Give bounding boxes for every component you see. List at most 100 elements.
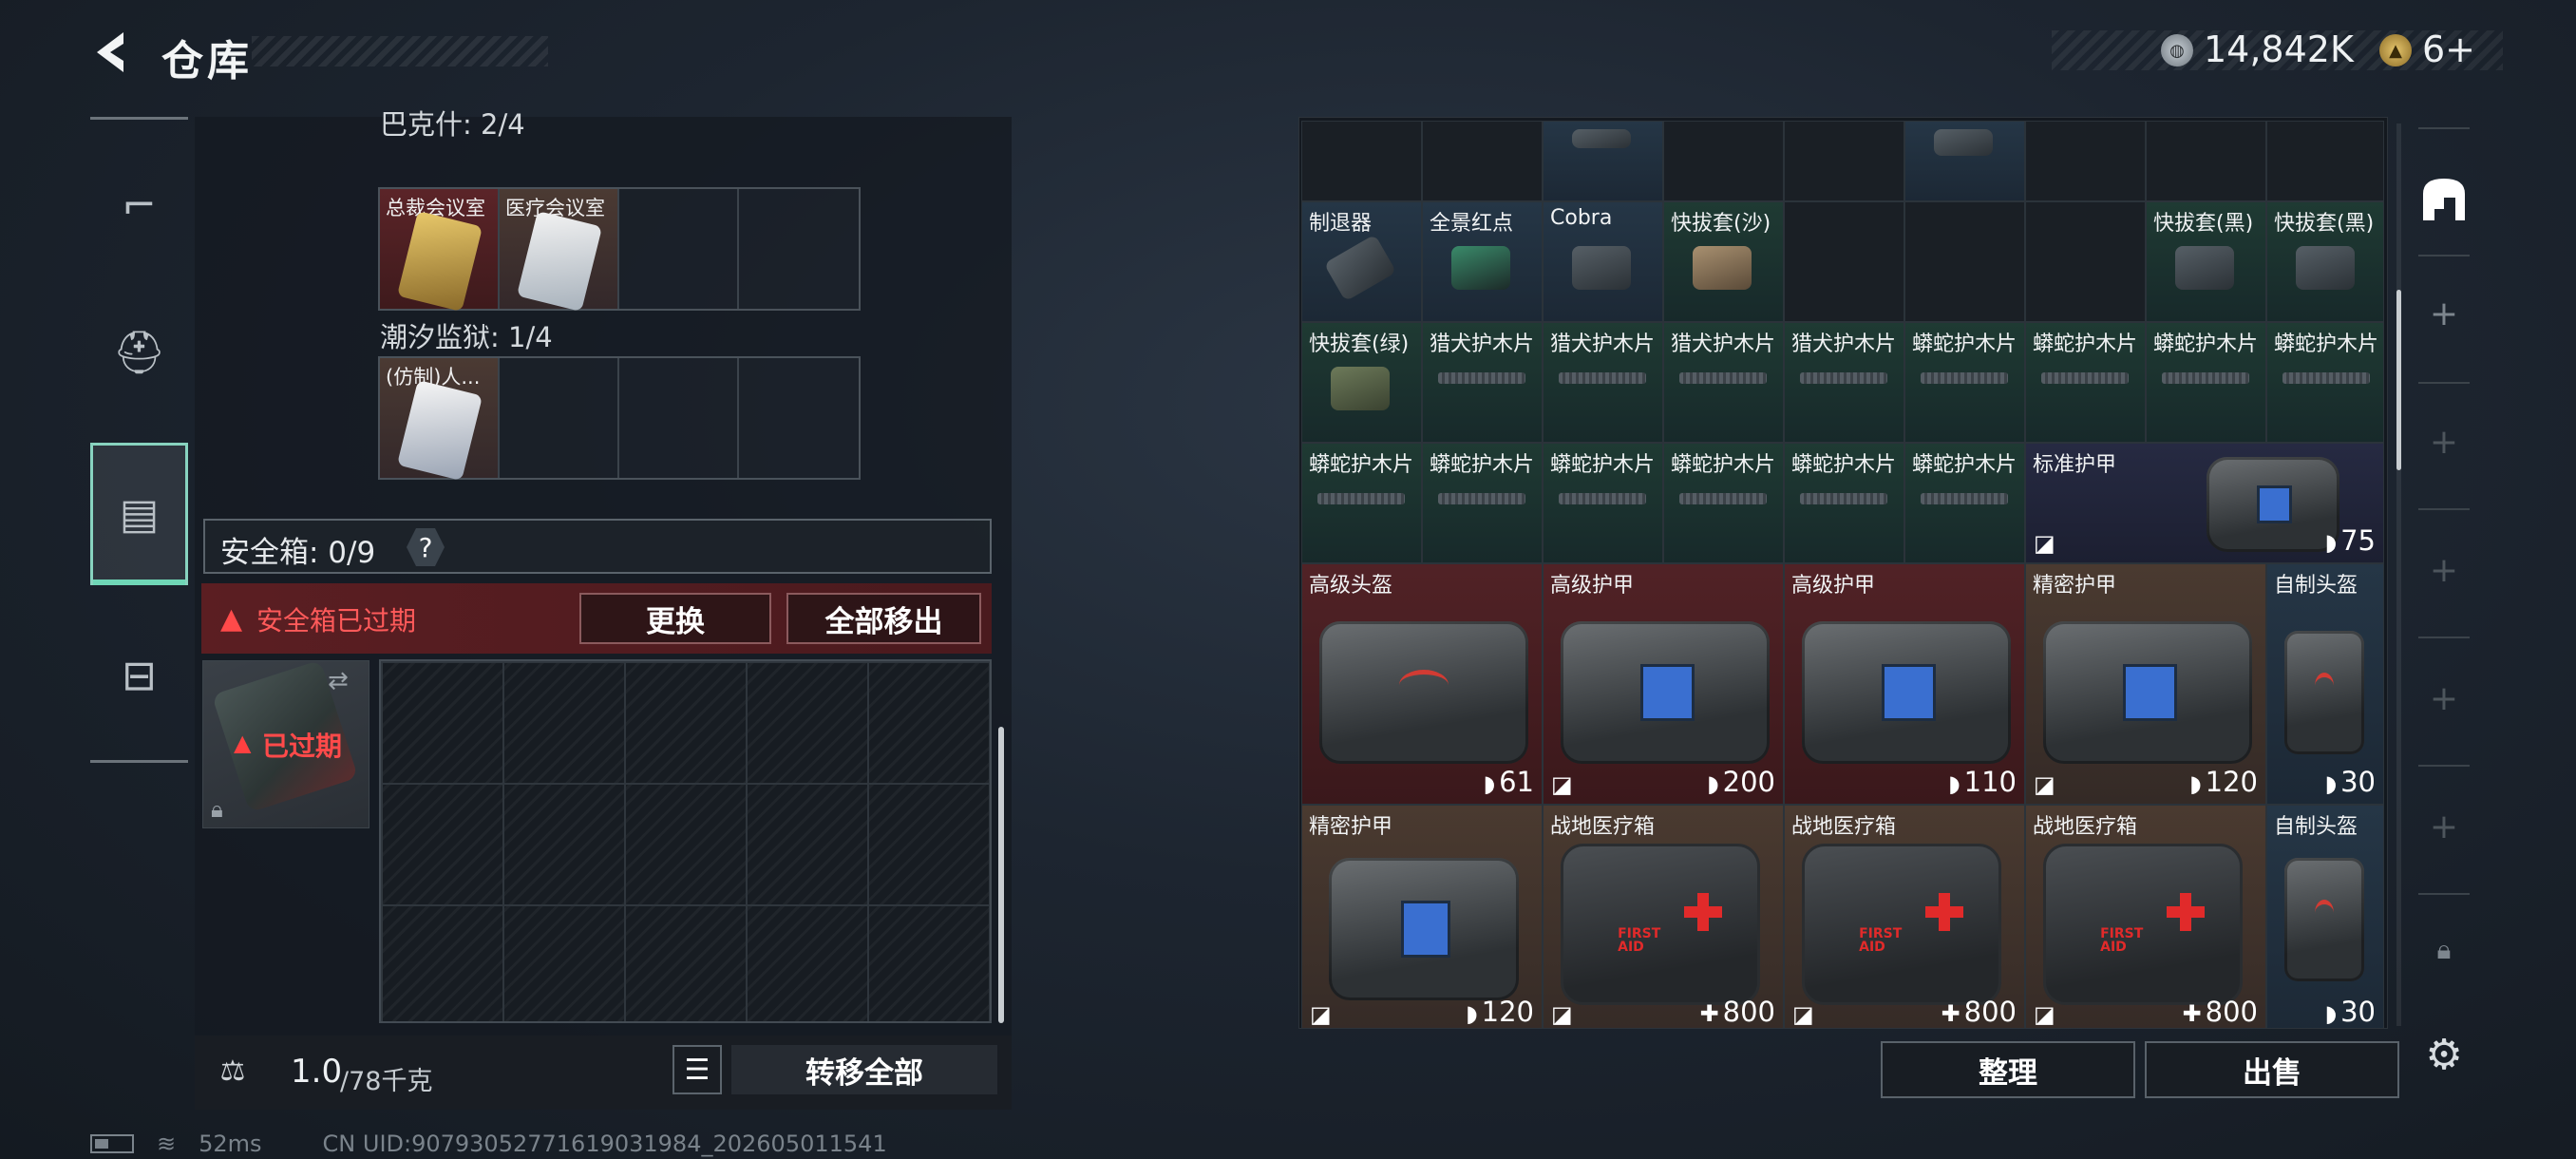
add-storage-tab[interactable]: + bbox=[2411, 542, 2477, 598]
storage-slot-medkit[interactable]: 战地医疗箱 FIRST AID ◪ ✚ 800 bbox=[2025, 805, 2266, 1028]
red-dot-sight-icon bbox=[1451, 246, 1510, 290]
storage-slot[interactable]: 蟒蛇护木片 bbox=[1663, 443, 1784, 563]
sell-button[interactable]: 出售 bbox=[2145, 1041, 2399, 1098]
add-storage-tab[interactable]: + bbox=[2411, 798, 2477, 855]
storage-slot-armor[interactable]: 标准护甲 ◪ ◗ 75 bbox=[2025, 443, 2384, 563]
storage-slot[interactable]: 快拔套(黑) bbox=[2266, 201, 2384, 322]
storage-slot-armor[interactable]: 精密护甲 ◪ ◗ 120 bbox=[1301, 805, 1543, 1028]
key-slot-empty[interactable] bbox=[619, 358, 739, 478]
storage-home-icon bbox=[2423, 179, 2465, 220]
attachment-icon bbox=[1934, 129, 1993, 156]
storage-slot[interactable]: 猎犬护木片 bbox=[1543, 322, 1663, 443]
divider bbox=[2418, 127, 2470, 129]
lock-icon: 🔒︎ bbox=[2436, 934, 2452, 965]
key-slot-empty[interactable] bbox=[500, 358, 619, 478]
key-slot[interactable]: 总裁会议室 bbox=[380, 189, 500, 313]
plus-icon: + bbox=[2429, 807, 2459, 846]
sort-button[interactable]: 整理 bbox=[1881, 1041, 2135, 1098]
storage-slot[interactable] bbox=[2025, 201, 2146, 322]
durability-value: ◗ 30 bbox=[2324, 766, 2376, 798]
storage-slot[interactable]: 快拔套(绿) bbox=[1301, 322, 1422, 443]
key-slot[interactable]: 医疗会议室 bbox=[500, 189, 619, 313]
helmet-icon bbox=[2284, 631, 2364, 754]
durability-value: ◗ 30 bbox=[2324, 996, 2376, 1028]
storage-slot[interactable] bbox=[1904, 201, 2025, 322]
nav-toolbox[interactable]: ⊟ bbox=[90, 604, 188, 747]
scope-icon bbox=[1572, 246, 1631, 290]
transfer-all-button[interactable]: 转移全部 bbox=[731, 1045, 997, 1094]
storage-slot[interactable] bbox=[1422, 121, 1543, 201]
storage-grid[interactable]: 制退器 全景红点 Cobra 快拔套(沙) 快拔套(黑) 快拔套(黑) 快拔套(… bbox=[1301, 121, 2384, 1028]
storage-slot[interactable]: 快拔套(沙) bbox=[1663, 201, 1784, 322]
storage-scrollbar-thumb[interactable] bbox=[2396, 290, 2401, 470]
storage-slot[interactable] bbox=[1904, 121, 2025, 201]
plus-icon: + bbox=[2429, 294, 2459, 333]
storage-slot-armor[interactable]: 高级护甲 ◪ ◗ 200 bbox=[1543, 563, 1784, 805]
storage-slot[interactable] bbox=[2025, 121, 2146, 201]
storage-slot[interactable] bbox=[1663, 121, 1784, 201]
warning-icon: ▲ bbox=[234, 730, 252, 756]
storage-slot[interactable]: Cobra bbox=[1543, 201, 1663, 322]
shield-icon: ◗ bbox=[1706, 770, 1719, 797]
storage-slot[interactable]: 蟒蛇护木片 bbox=[2146, 322, 2266, 443]
keycard-icon bbox=[396, 379, 483, 482]
storage-slot[interactable]: 猎犬护木片 bbox=[1784, 322, 1904, 443]
handguard-icon bbox=[1921, 493, 2008, 504]
key-slot-empty[interactable] bbox=[619, 189, 739, 309]
nav-weapons[interactable]: ⌐ bbox=[90, 134, 188, 276]
left-panel-scrollbar[interactable] bbox=[998, 727, 1004, 1023]
storage-slot[interactable]: 蟒蛇护木片 bbox=[1543, 443, 1663, 563]
storage-slot[interactable]: 猎犬护木片 bbox=[1422, 322, 1543, 443]
storage-slot[interactable]: 蟒蛇护木片 bbox=[1904, 322, 2025, 443]
storage-slot[interactable]: 制退器 bbox=[1301, 201, 1422, 322]
locked-storage-tab[interactable]: 🔒︎ bbox=[2411, 926, 2477, 974]
key-slot[interactable]: (仿制)人... bbox=[380, 358, 500, 482]
storage-slot[interactable]: 蟒蛇护木片 bbox=[2266, 322, 2384, 443]
storage-slot-helmet[interactable]: 自制头盔 ◗ 30 bbox=[2266, 805, 2384, 1028]
storage-slot-armor[interactable]: 高级护甲 ◗ 110 bbox=[1784, 563, 2025, 805]
storage-slot[interactable]: 全景红点 bbox=[1422, 201, 1543, 322]
unlocked-icon: ◪ bbox=[1310, 1001, 1332, 1028]
move-all-out-button[interactable]: 全部移出 bbox=[786, 593, 981, 644]
unlocked-icon: ◪ bbox=[2034, 1001, 2055, 1028]
back-button[interactable] bbox=[87, 28, 135, 76]
storage-slot-medkit[interactable]: 战地医疗箱 FIRST AID ◪ ✚ 800 bbox=[1784, 805, 2025, 1028]
add-storage-tab[interactable]: + bbox=[2411, 670, 2477, 727]
replace-button[interactable]: 更换 bbox=[579, 593, 771, 644]
storage-slot[interactable]: 蟒蛇护木片 bbox=[2025, 322, 2146, 443]
storage-slot[interactable]: 蟒蛇护木片 bbox=[1904, 443, 2025, 563]
key-slot-empty[interactable] bbox=[739, 358, 859, 478]
storage-slot[interactable]: 蟒蛇护木片 bbox=[1784, 443, 1904, 563]
add-storage-tab[interactable]: + bbox=[2411, 413, 2477, 470]
storage-home-tab[interactable] bbox=[2411, 162, 2477, 238]
nav-safe-box[interactable]: ▤ bbox=[90, 443, 188, 585]
storage-scrollbar-track[interactable] bbox=[2396, 124, 2401, 1026]
shield-icon: ◗ bbox=[2324, 529, 2338, 556]
storage-slot-helmet[interactable]: 高级头盔 ◗ 61 bbox=[1301, 563, 1543, 805]
quick-detach-icon bbox=[2296, 246, 2355, 290]
list-icon[interactable]: ☰ bbox=[672, 1045, 722, 1094]
storage-slot[interactable] bbox=[1543, 121, 1663, 201]
nav-equipment[interactable]: ⛑ bbox=[90, 281, 188, 424]
divider bbox=[2418, 636, 2470, 638]
safe-box-grid[interactable] bbox=[379, 659, 992, 1023]
key-grid-tidal-prison: (仿制)人... bbox=[378, 356, 861, 482]
storage-slot-medkit[interactable]: 战地医疗箱 FIRST AID ◪ ✚ 800 bbox=[1543, 805, 1784, 1028]
handguard-icon bbox=[1921, 372, 2008, 384]
storage-slot[interactable]: 蟒蛇护木片 bbox=[1422, 443, 1543, 563]
durability-value: ◗ 75 bbox=[2324, 524, 2376, 557]
storage-slot-armor[interactable]: 精密护甲 ◪ ◗ 120 bbox=[2025, 563, 2266, 805]
swap-icon[interactable]: ⇄ bbox=[328, 667, 349, 695]
storage-slot[interactable] bbox=[1301, 121, 1422, 201]
storage-slot[interactable] bbox=[1784, 201, 1904, 322]
storage-slot[interactable]: 猎犬护木片 bbox=[1663, 322, 1784, 443]
settings-button[interactable]: ⚙ bbox=[2411, 1021, 2477, 1088]
add-storage-tab[interactable]: + bbox=[2411, 285, 2477, 342]
key-slot-empty[interactable] bbox=[739, 189, 859, 309]
storage-slot[interactable]: 快拔套(黑) bbox=[2146, 201, 2266, 322]
storage-slot[interactable] bbox=[2266, 121, 2384, 201]
storage-slot[interactable]: 蟒蛇护木片 bbox=[1301, 443, 1422, 563]
storage-slot[interactable] bbox=[1784, 121, 1904, 201]
storage-slot[interactable] bbox=[2146, 121, 2266, 201]
storage-slot-helmet[interactable]: 自制头盔 ◗ 30 bbox=[2266, 563, 2384, 805]
